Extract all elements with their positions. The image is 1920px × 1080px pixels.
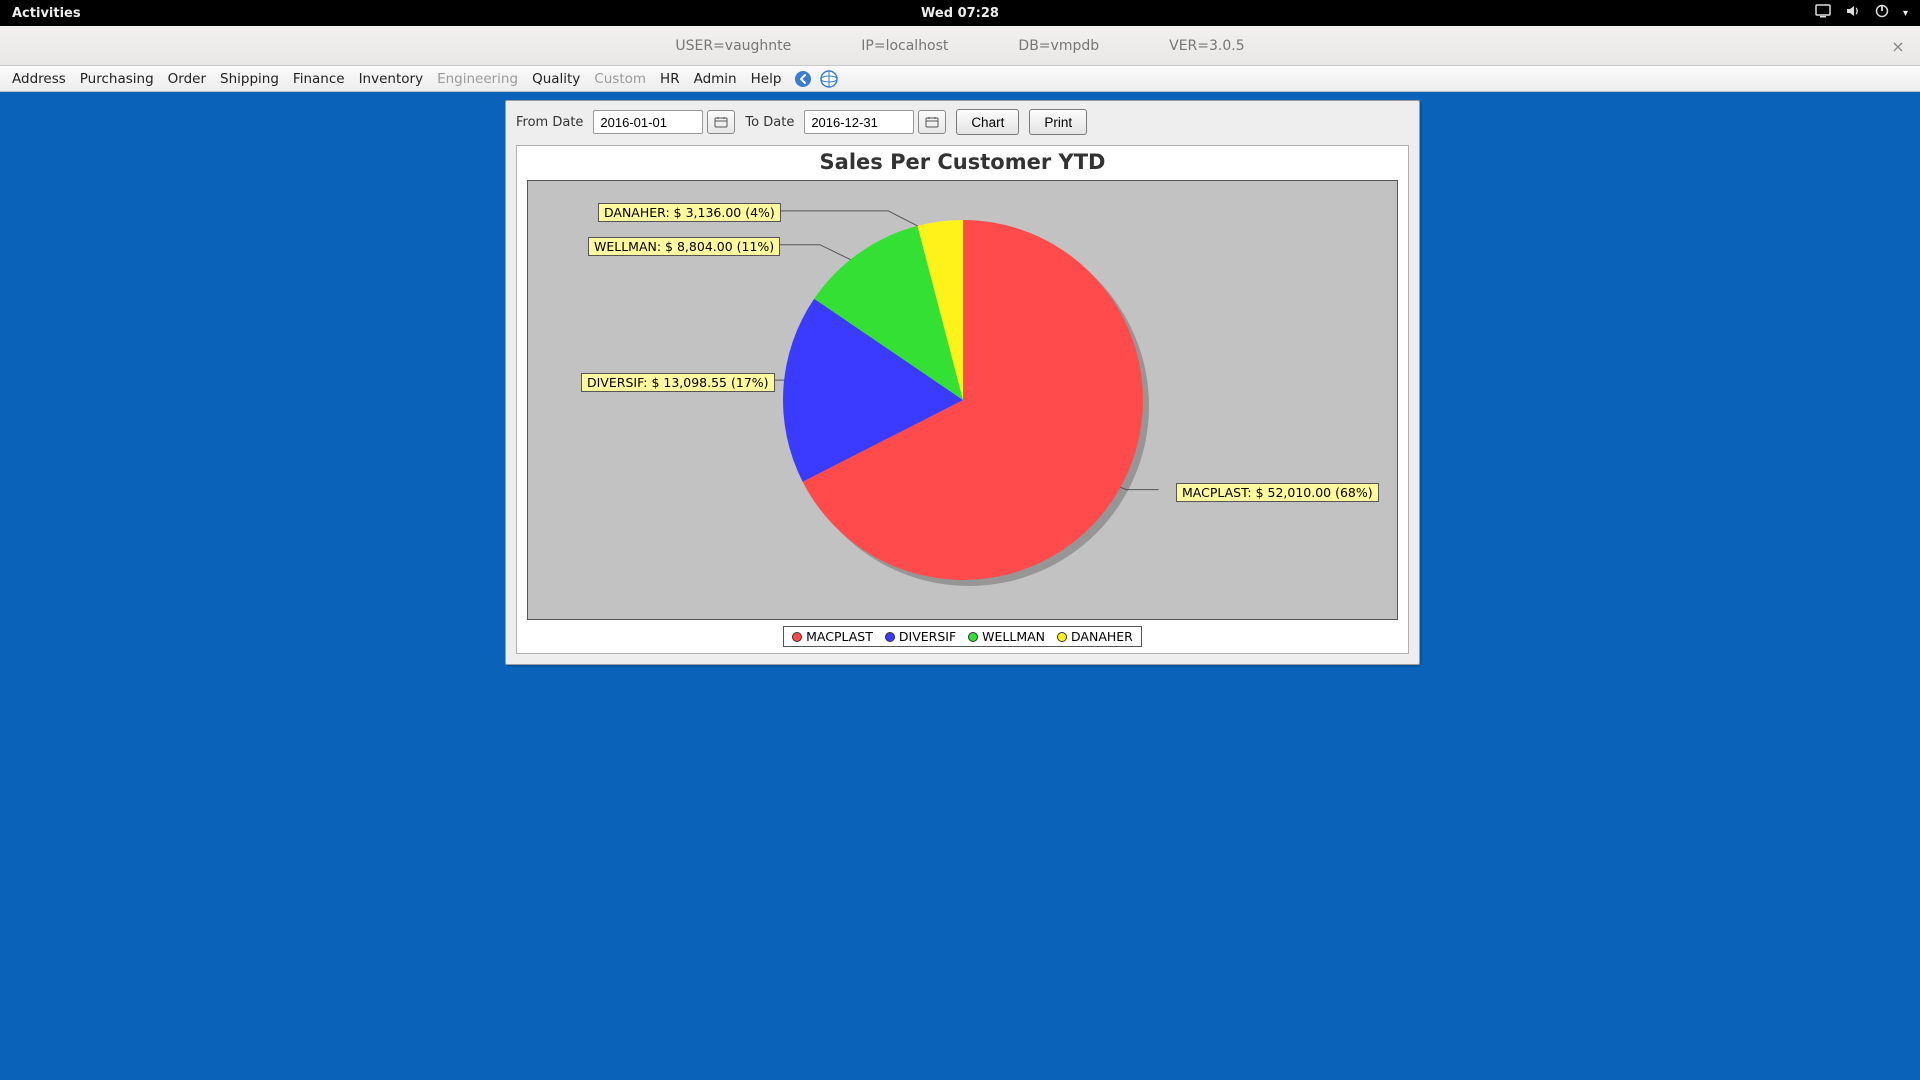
legend-swatch (968, 632, 978, 642)
from-date-input[interactable] (593, 110, 703, 134)
to-date-input[interactable] (804, 110, 914, 134)
gnome-top-bar: Activities Wed 07:28 ▾ (0, 0, 1920, 26)
status-ver: VER=3.0.5 (1169, 38, 1245, 54)
legend-box: MACPLAST DIVERSIF WELLMAN DANAHER (783, 626, 1142, 647)
menu-hr[interactable]: HR (654, 68, 686, 90)
app-titlebar: USER=vaughnte IP=localhost DB=vmpdb VER=… (0, 26, 1920, 66)
legend-item-wellman: WELLMAN (968, 629, 1045, 644)
chevron-down-icon[interactable]: ▾ (1903, 8, 1908, 19)
menu-shipping[interactable]: Shipping (214, 68, 285, 90)
back-icon[interactable] (793, 69, 813, 89)
chart-card: Sales Per Customer YTD MACPLAST: $ (516, 145, 1409, 654)
menu-address[interactable]: Address (6, 68, 72, 90)
to-date-label: To Date (745, 115, 794, 130)
legend-swatch (792, 632, 802, 642)
callout-macplast: MACPLAST: $ 52,010.00 (68%) (1176, 483, 1379, 502)
calendar-icon (925, 116, 939, 128)
power-icon[interactable] (1875, 4, 1889, 22)
status-user: USER=vaughnte (675, 38, 791, 54)
controls-row: From Date To Date Chart Print (506, 101, 1419, 145)
legend-label: MACPLAST (806, 629, 873, 644)
legend-swatch (885, 632, 895, 642)
legend-swatch (1057, 632, 1067, 642)
menubar: Address Purchasing Order Shipping Financ… (0, 66, 1920, 92)
callout-danaher: DANAHER: $ 3,136.00 (4%) (598, 203, 781, 222)
chart-button[interactable]: Chart (956, 109, 1019, 135)
menu-purchasing[interactable]: Purchasing (74, 68, 160, 90)
pie-chart (783, 220, 1143, 580)
menu-order[interactable]: Order (162, 68, 212, 90)
menu-admin[interactable]: Admin (688, 68, 743, 90)
from-date-label: From Date (516, 115, 583, 130)
menu-help[interactable]: Help (745, 68, 788, 90)
legend-item-danaher: DANAHER (1057, 629, 1133, 644)
callout-diversif: DIVERSIF: $ 13,098.55 (17%) (581, 373, 775, 392)
legend-label: DIVERSIF (899, 629, 956, 644)
report-panel: From Date To Date Chart Print Sales Per … (505, 100, 1420, 665)
status-ip: IP=localhost (861, 38, 948, 54)
volume-icon[interactable] (1845, 4, 1861, 22)
menu-quality[interactable]: Quality (526, 68, 586, 90)
print-button[interactable]: Print (1029, 109, 1087, 135)
clock: Wed 07:28 (921, 6, 999, 21)
legend-item-macplast: MACPLAST (792, 629, 873, 644)
status-db: DB=vmpdb (1018, 38, 1099, 54)
screen-icon[interactable] (1815, 4, 1831, 22)
legend-label: DANAHER (1071, 629, 1133, 644)
pie-wrap (783, 220, 1143, 580)
close-icon[interactable]: × (1886, 34, 1910, 58)
globe-icon[interactable] (819, 69, 839, 89)
system-tray[interactable]: ▾ (1815, 4, 1920, 22)
from-date-picker-button[interactable] (707, 110, 735, 134)
chart-title: Sales Per Customer YTD (517, 146, 1408, 180)
callout-wellman: WELLMAN: $ 8,804.00 (11%) (588, 237, 780, 256)
chart-plot: MACPLAST: $ 52,010.00 (68%) DIVERSIF: $ … (527, 180, 1398, 620)
activities-button[interactable]: Activities (0, 6, 93, 21)
menu-custom: Custom (588, 68, 652, 90)
menu-finance[interactable]: Finance (287, 68, 351, 90)
menu-engineering: Engineering (431, 68, 524, 90)
to-date-picker-button[interactable] (918, 110, 946, 134)
legend: MACPLAST DIVERSIF WELLMAN DANAHER (517, 626, 1408, 653)
legend-label: WELLMAN (982, 629, 1045, 644)
legend-item-diversif: DIVERSIF (885, 629, 956, 644)
menu-inventory[interactable]: Inventory (353, 68, 429, 90)
calendar-icon (714, 116, 728, 128)
